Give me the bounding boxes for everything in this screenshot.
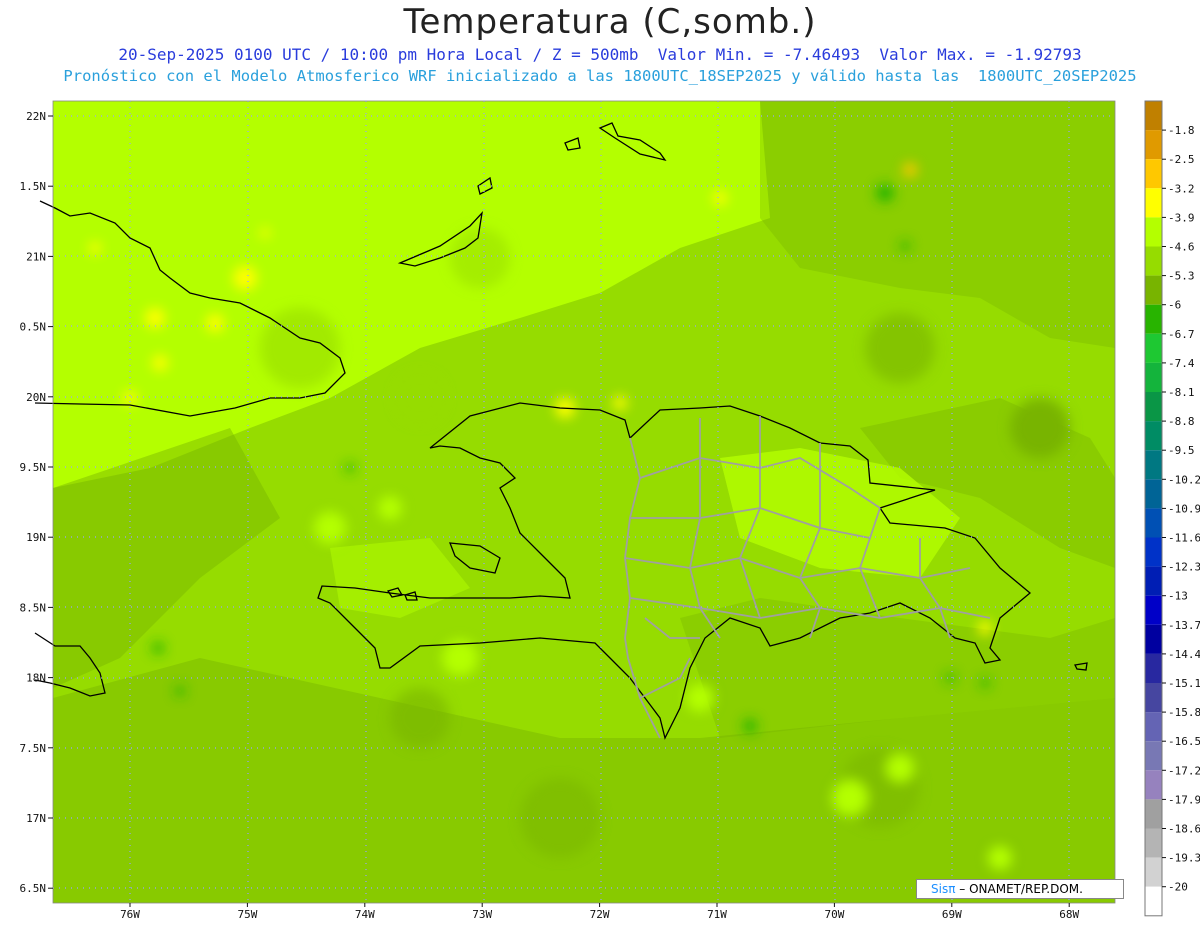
colorbar-label: -19.3 <box>1168 852 1200 865</box>
colorbar-swatch <box>1145 275 1162 305</box>
colorbar-label: -5.3 <box>1168 270 1195 283</box>
longitude-label: 70W <box>824 908 844 921</box>
colorbar-label: -6.7 <box>1168 328 1195 341</box>
colorbar-label: -15.8 <box>1168 706 1200 719</box>
colorbar-swatch <box>1145 450 1162 480</box>
colorbar-label: -10.9 <box>1168 502 1200 515</box>
colorbar-label: -4.6 <box>1168 241 1195 254</box>
longitude-label: 76W <box>120 908 140 921</box>
colorbar-label: -18.6 <box>1168 823 1200 836</box>
colorbar-swatch <box>1145 566 1162 596</box>
colorbar-label: -8.8 <box>1168 415 1195 428</box>
map-subtitle-time: 20-Sep-2025 0100 UTC / 10:00 pm Hora Loc… <box>118 45 1082 64</box>
longitude-label: 71W <box>707 908 727 921</box>
map-title: Temperatura (C,somb.) <box>403 2 817 42</box>
colorbar-swatch <box>1145 857 1162 887</box>
colorbar-label: -8.1 <box>1168 386 1195 399</box>
longitude-label: 74W <box>355 908 375 921</box>
colorbar-label: -9.5 <box>1168 444 1195 457</box>
colorbar-swatch <box>1145 101 1162 131</box>
latitude-label: 9.5N <box>20 461 47 474</box>
colorbar-label: -13 <box>1168 590 1188 603</box>
longitude-label: 75W <box>237 908 257 921</box>
colorbar-label: -17.2 <box>1168 764 1200 777</box>
colorbar-swatch <box>1145 304 1162 334</box>
map-figure: 22N 1.5N 21N 0.5N 20N 9.5N 19N 8.5N 18N 7.5N 17N 6.… <box>20 100 1200 921</box>
colorbar-label: -7.4 <box>1168 357 1195 370</box>
latitude-axis: 22N 1.5N 21N 0.5N 20N 9.5N 19N 8.5N 18N 7.5N 17N 6.… <box>20 110 53 895</box>
colorbar-swatch <box>1145 130 1162 160</box>
latitude-label: 1.5N <box>20 180 47 193</box>
colorbar-label: -2.5 <box>1168 153 1195 166</box>
colorbar-label: -11.6 <box>1168 532 1200 545</box>
colorbar-swatch <box>1145 421 1162 451</box>
colorbar-swatch <box>1145 188 1162 218</box>
colorbar-label: -3.9 <box>1168 211 1195 224</box>
colorbar-swatch <box>1145 712 1162 742</box>
colorbar-label: -20 <box>1168 881 1188 894</box>
colorbar-swatch <box>1145 217 1162 247</box>
longitude-label: 69W <box>942 908 962 921</box>
colorbar-swatch <box>1145 624 1162 654</box>
colorbar-swatch <box>1145 479 1162 509</box>
colorbar-swatch <box>1145 159 1162 189</box>
colorbar-swatch <box>1145 828 1162 858</box>
colorbar-swatch <box>1145 799 1162 829</box>
colorbar-swatch <box>1145 653 1162 683</box>
colorbar-swatch <box>1145 741 1162 771</box>
latitude-label: 19N <box>26 531 46 544</box>
credit-text: – ONAMET/REP.DOM. <box>959 882 1083 896</box>
longitude-label: 73W <box>472 908 492 921</box>
latitude-label: 21N <box>26 250 46 263</box>
colorbar-swatch <box>1145 595 1162 625</box>
colorbar-label: -13.7 <box>1168 619 1200 632</box>
colorbar-label: -10.2 <box>1168 473 1200 486</box>
colorbar-swatch <box>1145 886 1162 916</box>
colorbar-label: -15.1 <box>1168 677 1200 690</box>
map-subtitle-model: Pronóstico con el Modelo Atmosferico WRF… <box>63 67 1137 85</box>
colorbar-swatch <box>1145 362 1162 392</box>
colorbar-swatch <box>1145 508 1162 538</box>
credit-box: Sisπ – ONAMET/REP.DOM. <box>916 879 1124 899</box>
longitude-label: 72W <box>590 908 610 921</box>
latitude-label: 7.5N <box>20 742 47 755</box>
temperature-field <box>53 101 1115 903</box>
credit-brand: Sisπ <box>931 882 956 896</box>
latitude-label: 20N <box>26 391 46 404</box>
colorbar-label: -17.9 <box>1168 793 1200 806</box>
colorbar-label: -1.8 <box>1168 124 1195 137</box>
colorbar-swatch <box>1145 246 1162 276</box>
colorbar-swatch <box>1145 392 1162 422</box>
colorbar-label: -12.3 <box>1168 561 1200 574</box>
latitude-label: 6.5N <box>20 882 47 895</box>
colorbar-label: -16.5 <box>1168 735 1200 748</box>
colorbar-swatch <box>1145 333 1162 363</box>
colorbar: -1.8 -2.5 -3.2 -3.9 -4.6 -5.3 -6 -6.7 -7.4 -8.1 -8… <box>1144 100 1200 917</box>
latitude-label: 22N <box>26 110 46 123</box>
latitude-label: 17N <box>26 812 46 825</box>
colorbar-swatch <box>1145 683 1162 713</box>
colorbar-label: -14.4 <box>1168 648 1200 661</box>
latitude-label: 0.5N <box>20 321 47 334</box>
colorbar-label: -6 <box>1168 299 1181 312</box>
colorbar-label: -3.2 <box>1168 182 1195 195</box>
colorbar-swatch <box>1145 770 1162 800</box>
colorbar-swatch <box>1145 537 1162 567</box>
longitude-axis: 76W 75W 74W 73W 72W 71W 70W 69W 68W <box>120 903 1080 921</box>
latitude-label: 18N <box>26 672 46 685</box>
latitude-label: 8.5N <box>20 601 47 614</box>
longitude-label: 68W <box>1059 908 1079 921</box>
